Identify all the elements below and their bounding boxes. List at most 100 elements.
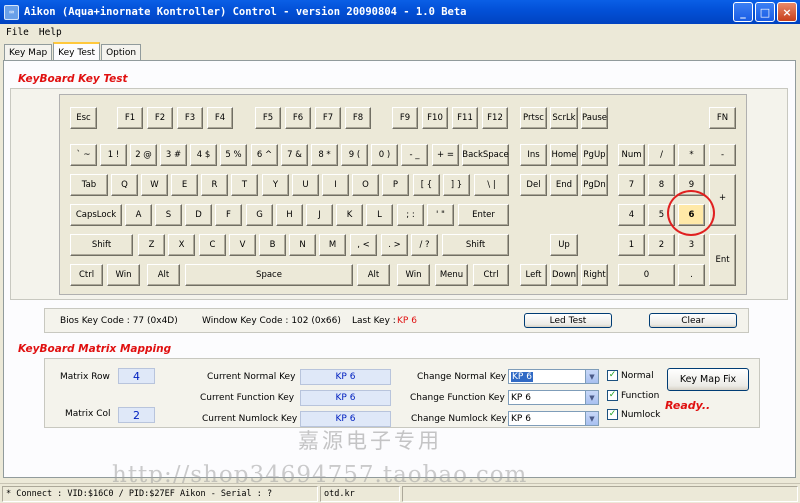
key-n-81[interactable]: N: [289, 234, 316, 256]
key-sym-49[interactable]: [ {: [413, 174, 440, 196]
key-left-100[interactable]: Left: [520, 264, 547, 286]
key-fn-16[interactable]: FN: [709, 107, 736, 129]
key-num-34[interactable]: Num: [618, 144, 645, 166]
key-sym-36[interactable]: *: [678, 144, 705, 166]
key-win-93[interactable]: Win: [107, 264, 140, 286]
key-shift-86[interactable]: Shift: [442, 234, 509, 256]
key-9-57[interactable]: 9: [678, 174, 705, 196]
key-1-18[interactable]: 1 !: [100, 144, 127, 166]
menu-file[interactable]: File: [6, 27, 29, 38]
key-up-87[interactable]: Up: [550, 234, 578, 256]
key-7-55[interactable]: 7: [618, 174, 645, 196]
key-4-21[interactable]: 4 $: [190, 144, 217, 166]
key-scrlk-14[interactable]: ScrLk: [550, 107, 578, 129]
tab-key-map[interactable]: Key Map: [4, 44, 53, 61]
maximize-button[interactable]: □: [755, 2, 775, 22]
key-l-68[interactable]: L: [366, 204, 393, 226]
key-v-79[interactable]: V: [229, 234, 256, 256]
change-normal-select[interactable]: KP 6 ▼: [508, 369, 599, 384]
dropdown-arrow-icon[interactable]: ▼: [585, 370, 598, 383]
key-prtsc-13[interactable]: Prtsc: [520, 107, 547, 129]
key-f9-9[interactable]: F9: [392, 107, 418, 129]
key-3-20[interactable]: 3 #: [160, 144, 187, 166]
key-sym-50[interactable]: ] }: [443, 174, 470, 196]
key-pgup-33[interactable]: PgUp: [581, 144, 608, 166]
key-4-72[interactable]: 4: [618, 204, 645, 226]
key-f-63[interactable]: F: [215, 204, 242, 226]
key-p-48[interactable]: P: [382, 174, 409, 196]
key-x-77[interactable]: X: [168, 234, 195, 256]
function-checkbox[interactable]: ✓ Function: [607, 390, 659, 401]
key-ctrl-99[interactable]: Ctrl: [473, 264, 509, 286]
key-7-24[interactable]: 7 &: [281, 144, 308, 166]
key-9-26[interactable]: 9 (: [341, 144, 368, 166]
key-sym-58[interactable]: +: [709, 174, 736, 226]
key-z-76[interactable]: Z: [138, 234, 165, 256]
key-home-32[interactable]: Home: [550, 144, 578, 166]
key-ent-91[interactable]: Ent: [709, 234, 736, 286]
menu-help[interactable]: Help: [39, 27, 62, 38]
tab-option[interactable]: Option: [101, 44, 142, 61]
key-2-19[interactable]: 2 @: [130, 144, 157, 166]
key-ctrl-92[interactable]: Ctrl: [70, 264, 103, 286]
key-j-66[interactable]: J: [306, 204, 333, 226]
key-c-78[interactable]: C: [199, 234, 226, 256]
key-b-80[interactable]: B: [259, 234, 286, 256]
key-right-102[interactable]: Right: [581, 264, 608, 286]
key-f4-4[interactable]: F4: [207, 107, 233, 129]
key-q-39[interactable]: Q: [111, 174, 138, 196]
key-f8-8[interactable]: F8: [345, 107, 371, 129]
key-sym-51[interactable]: \ |: [474, 174, 509, 196]
key-alt-96[interactable]: Alt: [357, 264, 390, 286]
key-esc-0[interactable]: Esc: [70, 107, 97, 129]
close-button[interactable]: ×: [777, 2, 797, 22]
dropdown-arrow-icon[interactable]: ▼: [585, 391, 598, 404]
key-sym-35[interactable]: /: [648, 144, 675, 166]
key-8-25[interactable]: 8 *: [311, 144, 338, 166]
change-function-select[interactable]: KP 6 ▼: [508, 390, 599, 405]
key-u-45[interactable]: U: [292, 174, 319, 196]
key-m-82[interactable]: M: [319, 234, 346, 256]
key-menu-98[interactable]: Menu: [435, 264, 468, 286]
key-r-42[interactable]: R: [201, 174, 228, 196]
key-sym-70[interactable]: ' ": [427, 204, 454, 226]
key-i-46[interactable]: I: [322, 174, 349, 196]
key-capslock-59[interactable]: CapsLock: [70, 204, 122, 226]
key-sym-104[interactable]: .: [678, 264, 705, 286]
key-e-41[interactable]: E: [171, 174, 198, 196]
key-f6-6[interactable]: F6: [285, 107, 311, 129]
key-0-27[interactable]: 0 ): [371, 144, 398, 166]
change-numlock-select[interactable]: KP 6 ▼: [508, 411, 599, 426]
key-g-64[interactable]: G: [246, 204, 273, 226]
key-down-101[interactable]: Down: [550, 264, 578, 286]
key-sym-28[interactable]: - _: [401, 144, 428, 166]
minimize-button[interactable]: _: [733, 2, 753, 22]
key-3-90[interactable]: 3: [678, 234, 705, 256]
key-s-61[interactable]: S: [155, 204, 182, 226]
key-ins-31[interactable]: Ins: [520, 144, 547, 166]
key-f10-10[interactable]: F10: [422, 107, 448, 129]
key-k-67[interactable]: K: [336, 204, 363, 226]
key-0-103[interactable]: 0: [618, 264, 675, 286]
key-alt-94[interactable]: Alt: [147, 264, 180, 286]
key-tab-38[interactable]: Tab: [70, 174, 108, 196]
key-a-60[interactable]: A: [125, 204, 152, 226]
normal-checkbox[interactable]: ✓ Normal: [607, 370, 654, 381]
key-f11-11[interactable]: F11: [452, 107, 478, 129]
key-pgdn-54[interactable]: PgDn: [581, 174, 608, 196]
key-f5-5[interactable]: F5: [255, 107, 281, 129]
key-d-62[interactable]: D: [185, 204, 212, 226]
key-6-23[interactable]: 6 ^: [251, 144, 278, 166]
key-f3-3[interactable]: F3: [177, 107, 203, 129]
key-1-88[interactable]: 1: [618, 234, 645, 256]
key-f12-12[interactable]: F12: [482, 107, 508, 129]
dropdown-arrow-icon[interactable]: ▼: [585, 412, 598, 425]
key-sym-84[interactable]: . >: [381, 234, 408, 256]
key-2-89[interactable]: 2: [648, 234, 675, 256]
key-sym-83[interactable]: , <: [350, 234, 377, 256]
key-h-65[interactable]: H: [276, 204, 303, 226]
numlock-checkbox[interactable]: ✓ Numlock: [607, 409, 660, 420]
key-space-95[interactable]: Space: [185, 264, 353, 286]
key-sym-17[interactable]: ` ~: [70, 144, 97, 166]
key-end-53[interactable]: End: [550, 174, 578, 196]
